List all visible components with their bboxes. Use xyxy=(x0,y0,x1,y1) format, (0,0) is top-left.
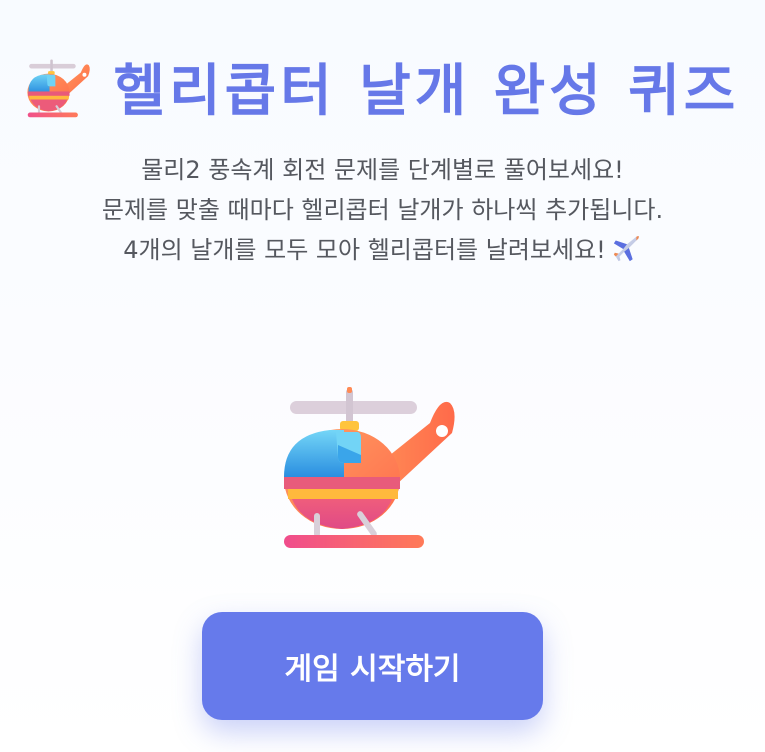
start-game-button[interactable]: 게임 시작하기 xyxy=(202,612,543,720)
intro-line-3: 4개의 날개를 모두 모아 헬리콥터를 날려보세요! xyxy=(123,236,606,264)
helicopter-icon xyxy=(284,387,455,548)
intro-text: 물리2 풍속계 회전 문제를 단계별로 풀어보세요! 문제를 맞출 때마다 헬리… xyxy=(0,150,765,270)
intro-line-2: 문제를 맞출 때마다 헬리콥터 날개가 하나씩 추가됩니다. xyxy=(101,196,664,224)
helicopter-icon xyxy=(27,59,90,118)
intro-line-1: 물리2 풍속계 회전 문제를 단계별로 풀어보세요! xyxy=(141,156,624,184)
page-title: 헬리콥터 날개 완성 퀴즈 xyxy=(113,58,740,124)
intro-line-3-wrap: 4개의 날개를 모두 모아 헬리콥터를 날려보세요! xyxy=(0,230,765,270)
airplane-icon xyxy=(613,236,639,262)
quiz-start-screen: 헬리콥터 날개 완성 퀴즈 물리2 풍속계 회전 문제를 단계별로 풀어보세요!… xyxy=(0,0,765,752)
header: 헬리콥터 날개 완성 퀴즈 xyxy=(0,50,765,124)
